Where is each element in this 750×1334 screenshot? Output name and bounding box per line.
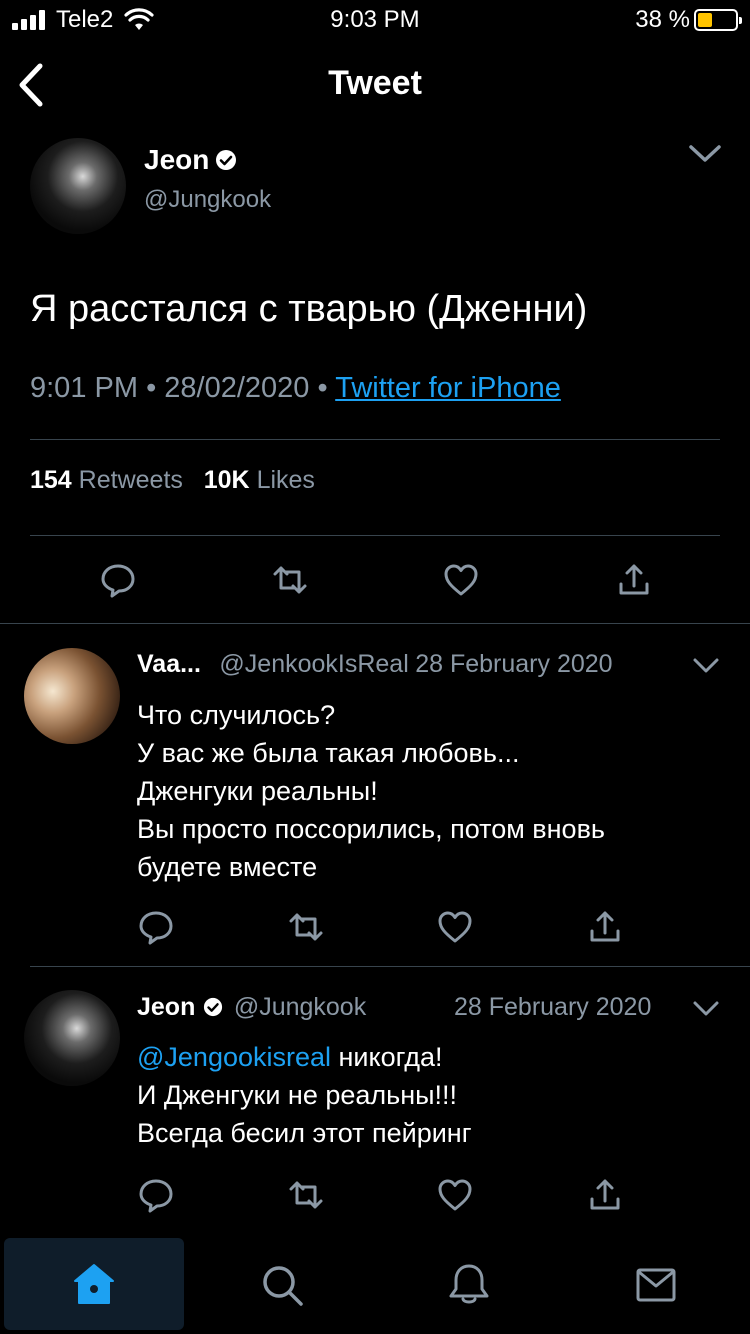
reply-author-name[interactable]: Vaa... (137, 650, 201, 678)
reply-text-line: Вы просто поссорились, потом вновь (137, 814, 605, 844)
reply-icon[interactable] (138, 1177, 174, 1213)
likes-label[interactable]: Likes (257, 466, 315, 494)
retweet-icon[interactable] (272, 562, 308, 598)
likes-count[interactable]: 10K (204, 466, 250, 494)
tweet-stats: 154 Retweets 10K Likes (30, 466, 315, 495)
reply-text-line: будете вместе (137, 852, 318, 882)
verified-badge-icon (204, 997, 223, 1017)
reply-text-line: Всегда бесил этот пейринг (137, 1118, 472, 1148)
reply-date: 28 February 2020 (454, 993, 652, 1021)
reply-text: @Jengookisreal никогда! И Дженгуки не ре… (137, 1038, 472, 1152)
reply-icon[interactable] (100, 562, 136, 598)
reply-text-line: Дженгуки реальны! (137, 776, 378, 806)
reply-author-handle: @JenkookIsReal (219, 650, 409, 678)
tweet-text: Я расстался с тварью (Дженни) (30, 288, 588, 330)
divider (30, 439, 720, 440)
mention-link[interactable]: @Jengookisreal (137, 1042, 331, 1072)
reply-date: 28 February 2020 (415, 650, 613, 678)
reply-icon[interactable] (138, 909, 174, 945)
reply-text-fragment: никогда! (331, 1042, 443, 1072)
like-heart-icon[interactable] (437, 1177, 473, 1213)
battery-icon (694, 9, 742, 31)
share-icon[interactable] (587, 909, 623, 945)
author-name-text: Jeon (144, 144, 210, 175)
reply-text-line: И Дженгуки не реальны!!! (137, 1080, 458, 1110)
reply-text-line: У вас же была такая любовь... (137, 738, 520, 768)
tweet-meta: 9:01 PM • 28/02/2020 • Twitter for iPhon… (30, 372, 561, 405)
tweet-date: 28/02/2020 (164, 372, 310, 404)
share-icon[interactable] (587, 1177, 623, 1213)
like-heart-icon[interactable] (437, 909, 473, 945)
chevron-down-icon[interactable] (692, 656, 720, 676)
retweets-count[interactable]: 154 (30, 466, 72, 494)
notifications-icon[interactable] (447, 1262, 491, 1306)
reply-text: Что случилось? У вас же была такая любов… (137, 696, 605, 886)
messages-icon[interactable] (634, 1263, 678, 1307)
page-title: Tweet (328, 64, 422, 102)
reply-text-line: Что случилось? (137, 700, 336, 730)
home-icon[interactable] (72, 1262, 116, 1306)
like-heart-icon[interactable] (443, 562, 479, 598)
retweet-icon[interactable] (288, 1177, 324, 1213)
chevron-down-icon[interactable] (688, 142, 722, 166)
tweet-time: 9:01 PM (30, 372, 138, 404)
reply-header: Jeon @Jungkook (137, 993, 366, 1022)
retweets-label[interactable]: Retweets (79, 466, 183, 494)
reply-text-line: @Jengookisreal никогда! (137, 1038, 472, 1076)
meta-separator: • (317, 372, 328, 404)
author-name[interactable]: Jeon (144, 144, 237, 176)
reply-header: Vaa... @JenkookIsReal 28 February 2020 (137, 650, 697, 679)
reply-author-name[interactable]: Jeon (137, 993, 195, 1021)
verified-badge-icon (216, 150, 237, 170)
tweet-source-link[interactable]: Twitter for iPhone (335, 372, 561, 404)
meta-separator: • (146, 372, 157, 404)
reply-author-handle: @Jungkook (233, 993, 367, 1021)
share-icon[interactable] (616, 562, 652, 598)
battery-percent: 38 % (635, 6, 690, 33)
divider (30, 966, 750, 967)
status-bar: Tele2 9:03 PM 38 % (0, 0, 750, 40)
divider (0, 623, 750, 624)
avatar[interactable] (24, 648, 120, 744)
chevron-down-icon[interactable] (692, 999, 720, 1019)
avatar[interactable] (30, 138, 126, 234)
author-handle: @Jungkook (144, 186, 272, 213)
avatar[interactable] (24, 990, 120, 1086)
retweet-icon[interactable] (288, 909, 324, 945)
divider (30, 535, 720, 536)
search-icon[interactable] (260, 1263, 304, 1307)
